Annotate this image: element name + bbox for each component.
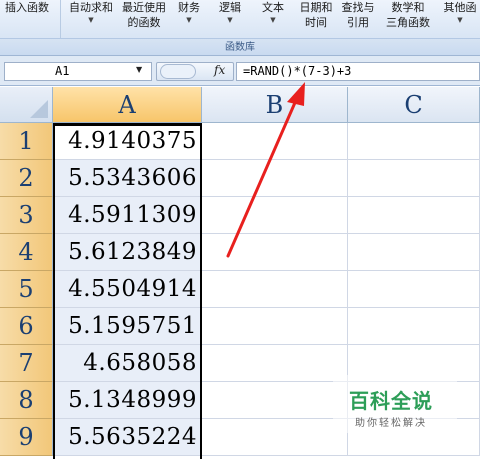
function-library-group-label: 函数库 <box>0 38 480 55</box>
lookup-reference-button[interactable]: 查找与 引用 <box>338 0 378 30</box>
row-header[interactable]: 3 <box>0 197 53 234</box>
row-header[interactable]: 5 <box>0 271 53 308</box>
column-header-b[interactable]: B <box>202 87 348 123</box>
cell-a[interactable]: 4.5911309 <box>53 197 202 234</box>
math-trig-button[interactable]: 数学和 三角函数 <box>380 0 436 30</box>
text-label: 文本 <box>262 1 284 14</box>
ribbon: 插入函数 自动求和 ▼ 最近使用 的函数 财务 ▼ 逻辑 ▼ 文本 ▼ 日期和 … <box>0 0 480 56</box>
row-header[interactable]: 8 <box>0 382 53 419</box>
date-time-label-line2: 时间 <box>305 16 327 29</box>
cell-b[interactable] <box>202 382 348 419</box>
cell-c[interactable] <box>348 234 480 271</box>
row-header[interactable]: 7 <box>0 345 53 382</box>
text-button[interactable]: 文本 ▼ <box>256 0 290 25</box>
cell-c[interactable] <box>348 308 480 345</box>
name-box-dropdown-icon[interactable]: ▼ <box>136 65 142 74</box>
cell-b[interactable] <box>202 271 348 308</box>
cell-b[interactable] <box>202 345 348 382</box>
ribbon-separator <box>60 0 61 38</box>
date-time-button[interactable]: 日期和 时间 <box>296 0 336 30</box>
chevron-down-icon: ▼ <box>186 16 192 24</box>
column-header-c[interactable]: C <box>348 87 480 123</box>
row-header[interactable]: 9 <box>0 419 53 456</box>
watermark-logo: 百科全说 <box>349 389 433 413</box>
chevron-down-icon: ▼ <box>457 16 463 24</box>
select-all-button[interactable] <box>0 87 53 123</box>
lookup-reference-label-line2: 引用 <box>347 16 369 29</box>
cell-a[interactable]: 5.6123849 <box>53 234 202 271</box>
recent-functions-button[interactable]: 最近使用 的函数 <box>117 0 171 30</box>
insert-function-icon[interactable]: fx <box>214 63 225 77</box>
recent-functions-label-line1: 最近使用 <box>122 1 166 14</box>
cell-a[interactable]: 5.5343606 <box>53 160 202 197</box>
cell-c[interactable] <box>348 123 480 160</box>
name-box[interactable]: A1 <box>4 62 152 81</box>
date-time-label-line1: 日期和 <box>299 1 333 14</box>
recent-functions-label-line2: 的函数 <box>127 16 161 29</box>
watermark-tagline: 助你轻松解决 <box>355 418 427 429</box>
formula-input[interactable]: =RAND()*(7-3)+3 <box>236 62 480 81</box>
select-all-triangle-icon <box>30 100 48 118</box>
insert-function-button[interactable]: 插入函数 <box>0 0 54 15</box>
autosum-button[interactable]: 自动求和 ▼ <box>64 0 118 25</box>
more-functions-label: 其他函 <box>443 1 477 14</box>
row-header[interactable]: 4 <box>0 234 53 271</box>
cell-b[interactable] <box>202 419 348 456</box>
row-header[interactable]: 6 <box>0 308 53 345</box>
cell-c[interactable] <box>348 160 480 197</box>
chevron-down-icon: ▼ <box>88 16 94 24</box>
row-header[interactable]: 1 <box>0 123 53 160</box>
column-header-a[interactable]: A <box>53 87 202 123</box>
autosum-label: 自动求和 <box>69 1 113 14</box>
cell-a[interactable]: 5.5635224 <box>53 419 202 456</box>
formula-bar: A1 ▼ fx =RAND()*(7-3)+3 <box>0 56 480 86</box>
financial-button[interactable]: 财务 ▼ <box>172 0 206 25</box>
cell-a[interactable]: 4.9140375 <box>53 123 202 160</box>
cell-b[interactable] <box>202 308 348 345</box>
more-functions-button[interactable]: 其他函 ▼ <box>440 0 480 25</box>
cell-c[interactable] <box>348 271 480 308</box>
cell-a[interactable]: 4.5504914 <box>53 271 202 308</box>
lookup-reference-label-line1: 查找与 <box>341 1 375 14</box>
formula-bar-resize-handle[interactable] <box>160 64 196 79</box>
row-header[interactable]: 2 <box>0 160 53 197</box>
logical-button[interactable]: 逻辑 ▼ <box>213 0 247 25</box>
cell-b[interactable] <box>202 197 348 234</box>
cell-b[interactable] <box>202 160 348 197</box>
logical-label: 逻辑 <box>219 1 241 14</box>
chevron-down-icon: ▼ <box>227 16 233 24</box>
chevron-down-icon: ▼ <box>270 16 276 24</box>
math-trig-label-line2: 三角函数 <box>386 16 430 29</box>
cell-b[interactable] <box>202 234 348 271</box>
cell-a[interactable]: 5.1348999 <box>53 382 202 419</box>
financial-label: 财务 <box>178 1 200 14</box>
insert-function-label: 插入函数 <box>5 1 49 14</box>
cell-b[interactable] <box>202 123 348 160</box>
math-trig-label-line1: 数学和 <box>391 1 425 14</box>
cell-c[interactable] <box>348 197 480 234</box>
cell-a[interactable]: 5.1595751 <box>53 308 202 345</box>
cell-a[interactable]: 4.658058 <box>53 345 202 382</box>
watermark: 百科全说 助你轻松解决 <box>333 375 457 433</box>
